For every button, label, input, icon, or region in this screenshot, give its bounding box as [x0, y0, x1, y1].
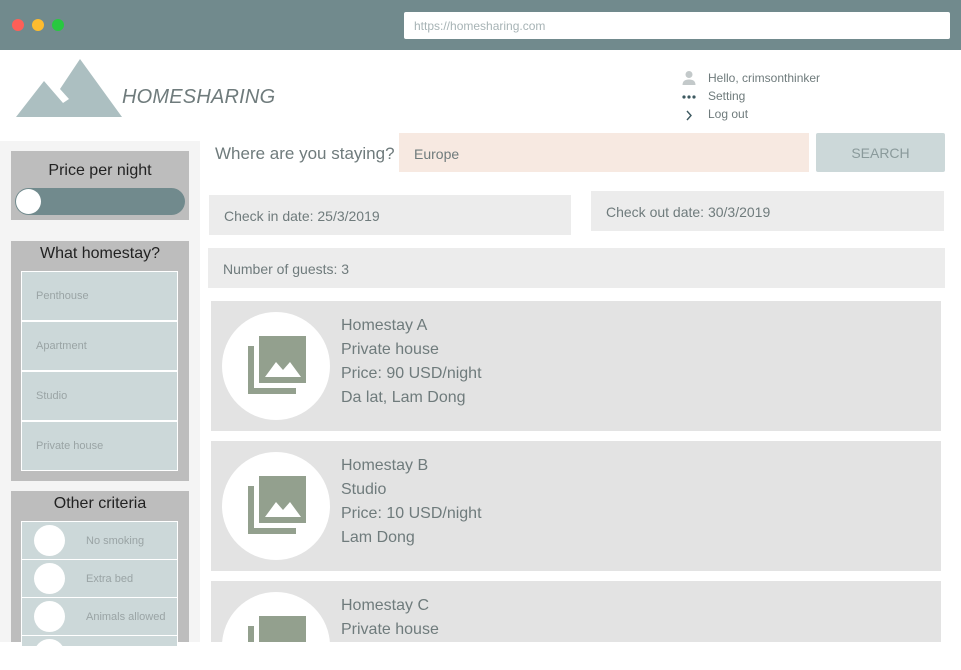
logout-label: Log out	[708, 107, 749, 121]
homestay-option-studio[interactable]: Studio	[21, 371, 178, 421]
homestay-option-label: Private house	[36, 440, 104, 452]
homestay-type-title: What homestay?	[39, 245, 161, 262]
homestay-option-private-house[interactable]: Private house	[21, 421, 178, 471]
price-slider-handle[interactable]	[16, 189, 41, 214]
listing-card[interactable]: Homestay C Private house	[211, 581, 941, 642]
greeting-label: Hello, crimsonthinker	[708, 71, 821, 85]
price-panel-title: Price per night	[48, 162, 152, 179]
search-button[interactable]: SEARCH	[816, 133, 945, 172]
setting-label: Setting	[708, 89, 746, 103]
photo-gallery-icon	[248, 476, 306, 534]
homestay-option-penthouse[interactable]: Penthouse	[21, 271, 178, 321]
brand-name[interactable]: HOMESHARING	[122, 86, 275, 109]
address-bar-url: https://homesharing.com	[414, 19, 546, 33]
criteria-animals-allowed[interactable]: Animals allowed	[21, 597, 178, 636]
listing-location: Lam Dong	[341, 529, 415, 546]
listing-location: Da lat, Lam Dong	[341, 389, 466, 406]
check-in-field[interactable]: Check in date: 25/3/2019	[209, 195, 571, 235]
check-out-label: Check out date: 30/3/2019	[606, 204, 771, 220]
listing-type: Private house	[341, 341, 439, 358]
criteria-label: No smoking	[86, 535, 145, 547]
listing-details: Homestay A Private house Price: 90 USD/n…	[341, 314, 482, 410]
photo-gallery-icon	[248, 336, 306, 394]
address-bar[interactable]: https://homesharing.com	[404, 12, 950, 39]
homestay-option-label: Penthouse	[36, 290, 89, 302]
listing-type: Studio	[341, 481, 387, 498]
price-slider[interactable]	[15, 188, 185, 215]
listing-thumbnail[interactable]	[222, 452, 330, 560]
listing-type: Private house	[341, 621, 439, 638]
listing-details: Homestay B Studio Price: 10 USD/night La…	[341, 454, 482, 550]
search-button-label: SEARCH	[851, 145, 910, 161]
chevron-right-icon	[686, 110, 692, 121]
criteria-label: Animals allowed	[86, 611, 166, 623]
minimize-window-button[interactable]	[32, 19, 44, 31]
search-question: Where are you staying?	[215, 144, 395, 163]
criteria-checkbox[interactable]	[34, 525, 65, 556]
check-out-field[interactable]: Check out date: 30/3/2019	[591, 191, 944, 231]
criteria-no-smoking[interactable]: No smoking	[21, 521, 178, 560]
criteria-more[interactable]	[21, 635, 178, 670]
listing-thumbnail[interactable]	[222, 312, 330, 420]
homestay-option-label: Studio	[36, 390, 68, 402]
listing-details: Homestay C Private house	[341, 594, 439, 642]
other-criteria-title: Other criteria	[53, 495, 147, 512]
criteria-checkbox[interactable]	[34, 601, 65, 632]
listing-name: Homestay B	[341, 457, 429, 474]
browser-toolbar: https://homesharing.com	[0, 0, 961, 50]
listing-card[interactable]: Homestay B Studio Price: 10 USD/night La…	[211, 441, 941, 571]
guests-label: Number of guests: 3	[223, 261, 350, 277]
criteria-checkbox[interactable]	[34, 639, 65, 670]
destination-value: Europe	[414, 146, 460, 162]
mountain-logo-icon[interactable]	[16, 59, 122, 117]
listing-name: Homestay A	[341, 317, 428, 334]
listing-name: Homestay C	[341, 597, 430, 614]
listing-thumbnail[interactable]	[222, 592, 330, 642]
criteria-label: Extra bed	[86, 573, 134, 585]
user-icon	[682, 71, 696, 85]
homestay-option-apartment[interactable]: Apartment	[21, 321, 178, 371]
listing-price: Price: 10 USD/night	[341, 505, 482, 522]
destination-input[interactable]: Europe	[399, 133, 809, 172]
maximize-window-button[interactable]	[52, 19, 64, 31]
criteria-checkbox[interactable]	[34, 563, 65, 594]
guests-field[interactable]: Number of guests: 3	[208, 248, 945, 288]
criteria-extra-bed[interactable]: Extra bed	[21, 559, 178, 598]
more-dots-icon	[682, 95, 696, 99]
photo-gallery-icon	[248, 616, 306, 642]
listing-price: Price: 90 USD/night	[341, 365, 482, 382]
close-window-button[interactable]	[12, 19, 24, 31]
listing-card[interactable]: Homestay A Private house Price: 90 USD/n…	[211, 301, 941, 431]
check-in-label: Check in date: 25/3/2019	[224, 208, 380, 224]
homestay-option-label: Apartment	[36, 340, 87, 352]
